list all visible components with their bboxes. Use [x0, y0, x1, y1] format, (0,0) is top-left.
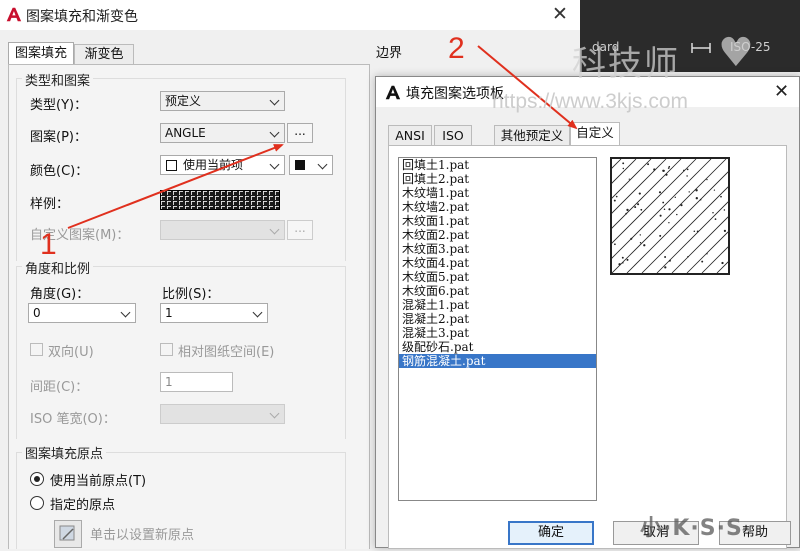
annotation-step-2: 2	[448, 32, 465, 65]
pattern-list-item[interactable]: 钢筋混凝土.pat	[399, 354, 596, 368]
angle-scale-group-title: 角度和比例	[22, 258, 94, 277]
relative-paperspace-label: 相对图纸空间(E)	[178, 345, 275, 360]
pattern-dropdown-value: ANGLE	[165, 126, 206, 140]
color-dropdown-value: 使用当前项	[183, 158, 244, 172]
set-origin-label: 单击以设置新原点	[90, 528, 195, 543]
angle-pattern-sample	[161, 191, 279, 209]
watermark-url: https://www.3kjs.com	[492, 90, 689, 113]
pattern-list-item[interactable]: 木纹面4.pat	[399, 256, 596, 270]
chevron-down-icon	[252, 307, 263, 318]
heart-icon: ♥	[718, 30, 754, 76]
pattern-sample-preview[interactable]	[160, 190, 280, 210]
pattern-list-item[interactable]: 木纹墙1.pat	[399, 186, 596, 200]
chevron-down-icon	[269, 408, 280, 419]
use-current-origin-label: 使用当前原点(T)	[50, 474, 147, 489]
chevron-down-icon	[269, 95, 280, 106]
palette-dialog-title: 填充图案选项板	[406, 86, 504, 102]
spacing-input[interactable]: 1	[160, 372, 233, 392]
double-checkbox[interactable]	[30, 343, 43, 356]
relative-paperspace-checkbox[interactable]	[160, 343, 173, 356]
angle-dropdown[interactable]: 0	[28, 303, 136, 323]
pattern-list-item[interactable]: 木纹面3.pat	[399, 242, 596, 256]
hatch-dialog-titlebar: 图案填充和渐变色 ✕	[0, 0, 580, 30]
use-current-origin-radio[interactable]	[30, 472, 44, 486]
hatch-origin-group-title: 图案填充原点	[22, 443, 107, 462]
sample-label: 样例：	[30, 197, 70, 212]
angle-label: 角度(G)：	[30, 287, 90, 302]
spacing-label: 间距(C)：	[30, 380, 89, 395]
tab-gradient[interactable]: 渐变色	[74, 44, 134, 65]
autocad-logo-icon	[385, 85, 401, 100]
scale-dropdown-value: 1	[165, 306, 173, 320]
custom-pattern-list[interactable]: 回填土1.pat 回填土2.pat 木纹墙1.pat 木纹墙2.pat 木纹面1.pat…	[398, 157, 597, 501]
scale-label: 比例(S)：	[162, 287, 220, 302]
pattern-list-item[interactable]: 木纹墙2.pat	[399, 200, 596, 214]
dimension-style-icon	[691, 43, 711, 53]
pattern-list-item[interactable]: 混凝土3.pat	[399, 326, 596, 340]
pattern-dropdown[interactable]: ANGLE	[160, 123, 285, 143]
chevron-down-icon	[317, 159, 328, 170]
pattern-list-item[interactable]: 木纹面1.pat	[399, 214, 596, 228]
tab-iso[interactable]: ISO	[434, 125, 472, 145]
background-color-dropdown[interactable]	[289, 155, 333, 175]
hatch-dialog-title: 图案填充和渐变色	[26, 9, 138, 25]
type-label: 类型(Y)：	[30, 98, 88, 113]
custom-pattern-dropdown[interactable]	[160, 220, 285, 240]
tab-custom[interactable]: 自定义	[570, 122, 620, 145]
chevron-down-icon	[120, 307, 131, 318]
set-origin-button[interactable]	[54, 520, 82, 548]
color-dropdown[interactable]: 使用当前项	[160, 155, 285, 175]
pattern-list-item[interactable]: 回填土1.pat	[399, 158, 596, 172]
chevron-down-icon	[269, 224, 280, 235]
chevron-down-icon	[269, 127, 280, 138]
hatch-palette-dialog: 填充图案选项板 ✕ ANSI ISO 其他预定义 自定义 回填土1.pat 回填土…	[375, 76, 800, 549]
boundary-section-label: 边界	[376, 46, 403, 61]
hatch-dialog-close-button[interactable]: ✕	[552, 3, 568, 25]
tab-hatch[interactable]: 图案填充	[8, 42, 74, 65]
custom-pattern-browse-button[interactable]: ...	[287, 220, 313, 240]
pattern-list-item[interactable]: 混凝土2.pat	[399, 312, 596, 326]
pattern-list-item[interactable]: 木纹面2.pat	[399, 228, 596, 242]
color-swatch-icon	[166, 160, 177, 171]
pattern-browse-button[interactable]: ...	[287, 123, 313, 143]
pattern-label: 图案(P)：	[30, 130, 87, 145]
angle-dropdown-value: 0	[33, 306, 41, 320]
tab-other-predefined[interactable]: 其他预定义	[494, 125, 570, 145]
scale-dropdown[interactable]: 1	[160, 303, 268, 323]
palette-dialog-close-button[interactable]: ✕	[774, 81, 789, 102]
pattern-list-item[interactable]: 级配砂石.pat	[399, 340, 596, 354]
iso-pen-width-label: ISO 笔宽(O)：	[30, 412, 116, 427]
pick-point-icon	[59, 525, 75, 541]
pattern-list-item[interactable]: 混凝土1.pat	[399, 298, 596, 312]
pattern-list-item[interactable]: 回填土2.pat	[399, 172, 596, 186]
annotation-step-1: 1	[40, 228, 57, 261]
pattern-list-item[interactable]: 木纹面5.pat	[399, 270, 596, 284]
autocad-logo-icon	[6, 7, 22, 22]
black-swatch-icon	[295, 160, 305, 170]
ok-button[interactable]: 确定	[508, 521, 594, 545]
chevron-down-icon	[269, 159, 280, 170]
watermark-bottom: 小·K·S·S	[640, 516, 743, 541]
pattern-list-item[interactable]: 木纹面6.pat	[399, 284, 596, 298]
watermark-brand: 科技师	[572, 44, 680, 84]
color-label: 颜色(C)：	[30, 164, 89, 179]
rebar-concrete-preview	[612, 159, 728, 273]
iso-pen-width-dropdown[interactable]	[160, 404, 285, 424]
pattern-preview	[610, 157, 730, 275]
type-dropdown[interactable]: 预定义	[160, 91, 285, 111]
double-checkbox-label: 双向(U)	[48, 345, 94, 360]
specified-origin-radio[interactable]	[30, 496, 44, 510]
type-pattern-group-title: 类型和图案	[22, 70, 94, 89]
tab-ansi[interactable]: ANSI	[388, 125, 432, 145]
type-dropdown-value: 预定义	[165, 94, 202, 108]
specified-origin-label: 指定的原点	[50, 498, 116, 513]
